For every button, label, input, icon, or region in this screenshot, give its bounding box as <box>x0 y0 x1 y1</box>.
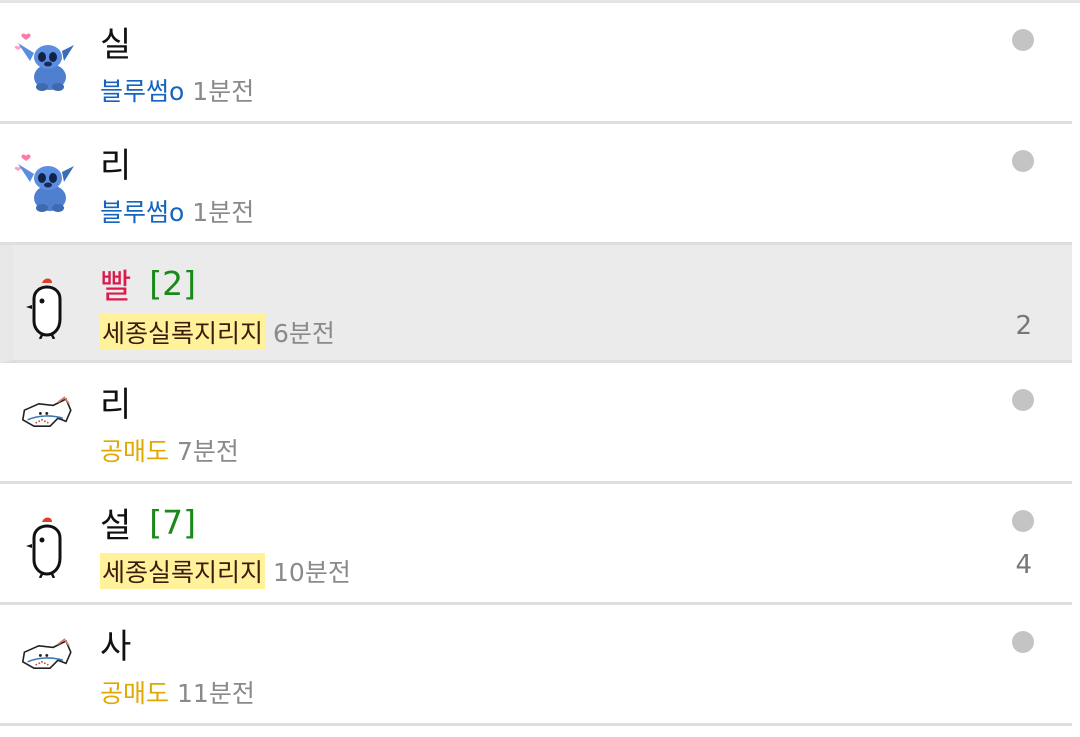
post-time: 1분전 <box>192 198 255 227</box>
post-time: 6분전 <box>273 319 335 348</box>
post-time: 10분전 <box>273 558 351 587</box>
post-title-line: 빨 [2] <box>100 259 196 307</box>
fish-avatar <box>21 638 72 669</box>
post-title: 빨 <box>100 266 132 307</box>
post-meta: 공매도 7분전 <box>100 431 239 469</box>
post-time: 11분전 <box>177 679 255 708</box>
list-item[interactable]: 설 [7] 세종실록지리지 10분전 4 <box>0 484 1072 605</box>
post-time: 1분전 <box>192 77 255 106</box>
post-title: 사 <box>100 626 132 667</box>
chick-avatar <box>26 517 62 578</box>
post-title: 설 <box>100 505 132 546</box>
post-meta: 블루썸o 1분전 <box>100 192 254 230</box>
list-item[interactable]: 리 블루썸o 1분전 <box>0 124 1072 245</box>
post-title-line: 설 [7] <box>100 498 196 546</box>
post-title-line: 리 <box>100 138 131 186</box>
count-badge: 4 <box>1015 550 1032 580</box>
post-author[interactable]: 세종실록지리지 <box>100 314 266 350</box>
stitch-avatar <box>14 33 74 91</box>
comment-count: [7] <box>149 502 197 542</box>
post-author[interactable]: 공매도 <box>100 674 169 710</box>
post-meta: 세종실록지리지 6분전 <box>100 313 335 351</box>
list-item[interactable]: 실 블루썸o 1분전 <box>0 3 1072 124</box>
comment-count: [2] <box>149 263 197 303</box>
post-time: 7분전 <box>177 437 239 466</box>
post-title-line: 사 <box>100 619 131 667</box>
count-badge: 2 <box>1015 311 1032 341</box>
post-title: 실 <box>100 24 132 65</box>
list-item[interactable]: 리 공매도 7분전 <box>0 363 1072 484</box>
post-title: 리 <box>100 384 132 425</box>
post-author[interactable]: 공매도 <box>100 432 169 468</box>
stitch-avatar <box>14 154 74 212</box>
post-author[interactable]: 블루썸o <box>100 193 184 229</box>
post-list: 실 블루썸o 1분전 리 블루썸o 1분전 빨 [2] 세종실록지리지 6분전 … <box>0 0 1080 737</box>
post-author[interactable]: 블루썸o <box>100 72 184 108</box>
post-meta: 공매도 11분전 <box>100 673 255 711</box>
post-author[interactable]: 세종실록지리지 <box>100 553 266 589</box>
unread-dot-icon <box>1012 150 1034 172</box>
post-meta: 블루썸o 1분전 <box>100 71 254 109</box>
unread-dot-icon <box>1012 29 1034 51</box>
post-title: 리 <box>100 145 132 186</box>
list-item[interactable]: 빨 [2] 세종실록지리지 6분전 2 <box>0 245 1072 363</box>
post-meta: 세종실록지리지 10분전 <box>100 552 351 590</box>
unread-dot-icon <box>1012 510 1034 532</box>
chick-avatar <box>26 278 62 339</box>
post-title-line: 리 <box>100 377 131 425</box>
fish-avatar <box>21 396 72 427</box>
list-item[interactable]: 사 공매도 11분전 <box>0 605 1072 726</box>
unread-dot-icon <box>1012 631 1034 653</box>
post-title-line: 실 <box>100 17 131 65</box>
unread-dot-icon <box>1012 389 1034 411</box>
